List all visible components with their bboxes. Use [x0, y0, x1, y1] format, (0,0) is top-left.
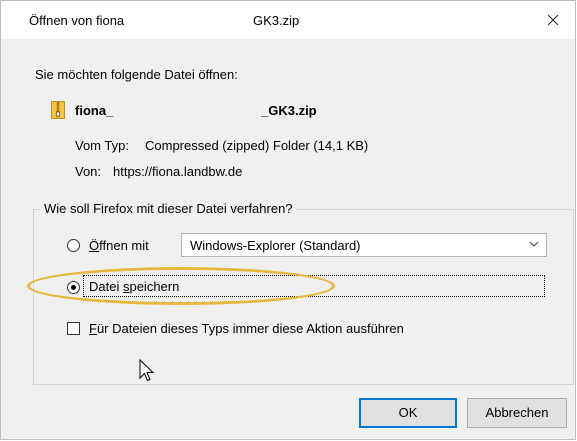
prompt-text: Sie möchten folgende Datei öffnen:	[35, 67, 238, 82]
open-with-label-rest: ffnen mit	[99, 238, 149, 253]
ok-button[interactable]: OK	[359, 398, 457, 428]
zip-folder-icon	[51, 101, 65, 119]
always-do-this-mnemonic: F	[89, 321, 97, 336]
action-group-legend: Wie soll Firefox mit dieser Datei verfah…	[41, 201, 296, 216]
file-source-value: https://fiona.landbw.de	[113, 164, 243, 179]
open-with-radio[interactable]	[67, 239, 80, 252]
always-do-this-label-rest: ür Dateien dieses Typs immer diese Aktio…	[96, 321, 404, 336]
file-name-end: _GK3.zip	[261, 103, 317, 118]
always-do-this-label[interactable]: Für Dateien dieses Typs immer diese Akti…	[89, 321, 404, 336]
download-dialog: Öffnen von fiona GK3.zip Sie möchten fol…	[0, 0, 576, 440]
file-type-value: Compressed (zipped) Folder (14,1 KB)	[145, 138, 369, 153]
open-with-label[interactable]: Öffnen mit	[89, 238, 149, 253]
title-bar[interactable]: Öffnen von fiona GK3.zip	[1, 1, 575, 39]
close-button[interactable]	[531, 1, 575, 39]
chevron-down-icon	[529, 241, 539, 247]
application-select-value: Windows-Explorer (Standard)	[190, 238, 361, 253]
window-title-start: Öffnen von fiona	[29, 13, 125, 28]
cancel-button[interactable]: Abbrechen	[467, 398, 567, 428]
file-name-start: fiona_	[75, 103, 114, 118]
mouse-cursor-icon	[139, 359, 155, 382]
close-icon	[547, 14, 559, 26]
file-source-label: Von:	[75, 164, 102, 179]
application-select[interactable]: Windows-Explorer (Standard)	[181, 233, 547, 257]
window-title-end: GK3.zip	[253, 13, 300, 28]
always-do-this-checkbox[interactable]	[67, 322, 80, 335]
file-type-label: Vom Typ:	[75, 138, 129, 153]
highlight-ellipse	[27, 267, 335, 305]
open-with-mnemonic: Ö	[89, 238, 100, 253]
